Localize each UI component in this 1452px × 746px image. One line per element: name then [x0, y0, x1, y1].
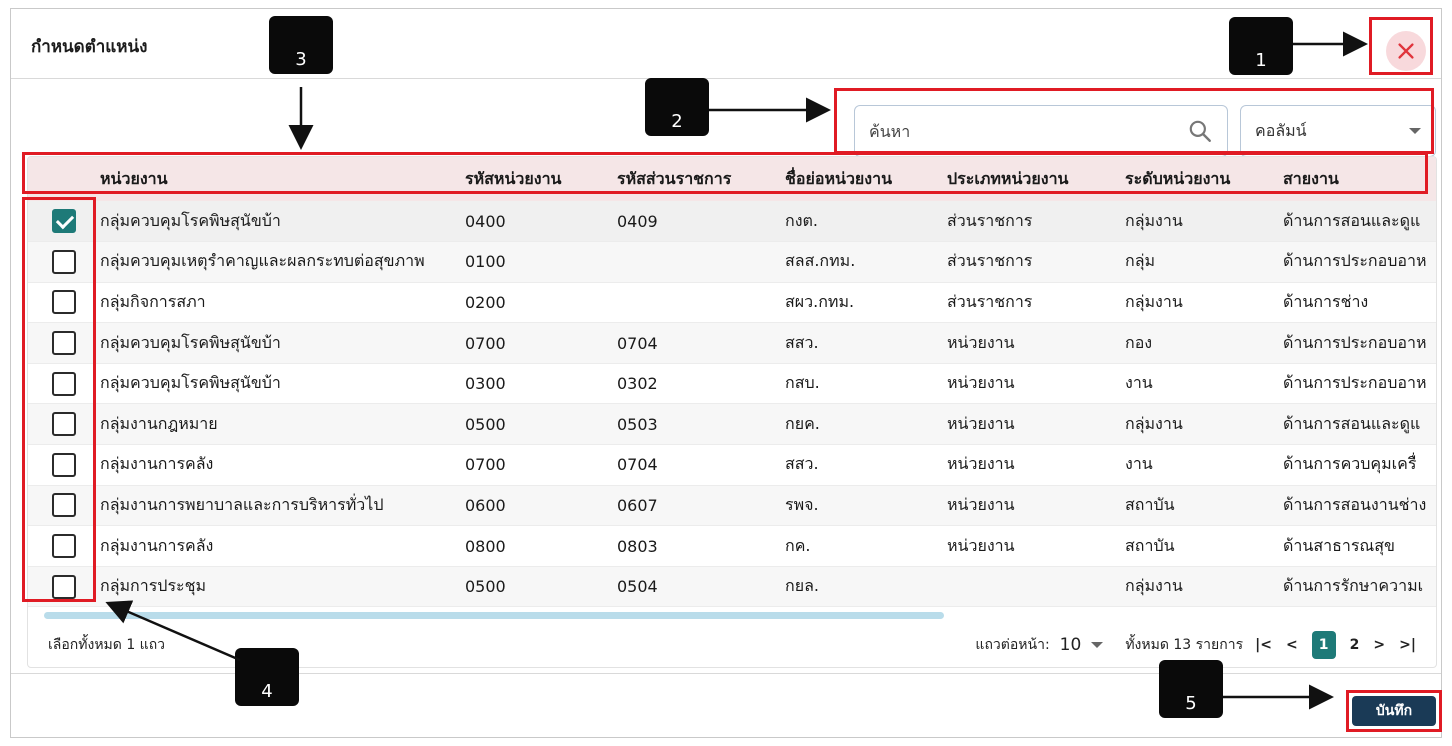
annotation-arrows — [105, 31, 1368, 710]
arrow-4 — [105, 600, 241, 662]
